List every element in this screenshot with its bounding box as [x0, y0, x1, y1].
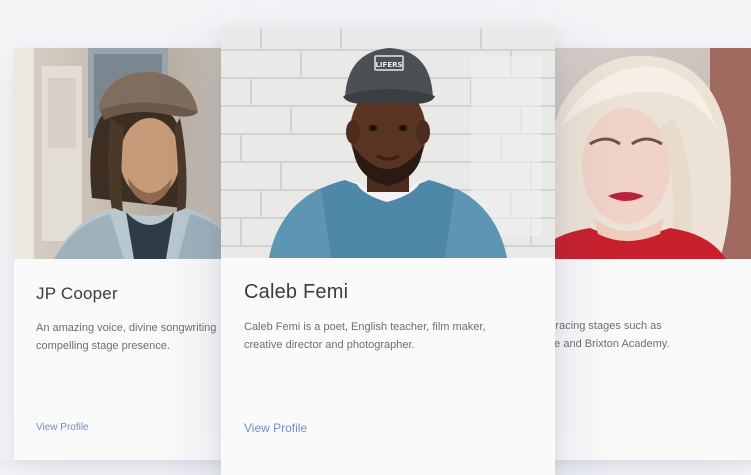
profile-bio-line: An amazing voice, divine songwriting [36, 322, 217, 334]
profile-name: Caleb Femi [244, 281, 349, 303]
profile-card-jp-cooper[interactable]: JP Cooper An amazing voice, divine songw… [14, 48, 254, 460]
cap-logo-text: LIFERS [375, 61, 402, 69]
profile-bio-line: creative director and photographer. [244, 339, 415, 351]
profile-card-caleb-femi[interactable]: LIFERS Caleb Femi Caleb Femi is a poet, … [221, 28, 555, 475]
profile-photo: LIFERS [221, 28, 555, 258]
profile-bio-line: compelling stage presence. [36, 340, 170, 352]
profile-bio-line: Caleb Femi is a poet, English teacher, f… [244, 321, 486, 333]
view-profile-link[interactable]: View Profile [36, 422, 89, 433]
view-profile-link[interactable]: View Profile [244, 421, 307, 435]
portrait-photo-jp-cooper [14, 48, 254, 259]
portrait-photo-caleb-femi: LIFERS [221, 28, 555, 258]
profile-bio: An amazing voice, divine songwriting com… [36, 319, 216, 355]
profile-name: JP Cooper [36, 284, 118, 303]
profile-carousel: JP Cooper An amazing voice, divine songw… [0, 0, 751, 475]
profile-bio: Caleb Femi is a poet, English teacher, f… [244, 318, 486, 354]
profile-photo [14, 48, 254, 259]
